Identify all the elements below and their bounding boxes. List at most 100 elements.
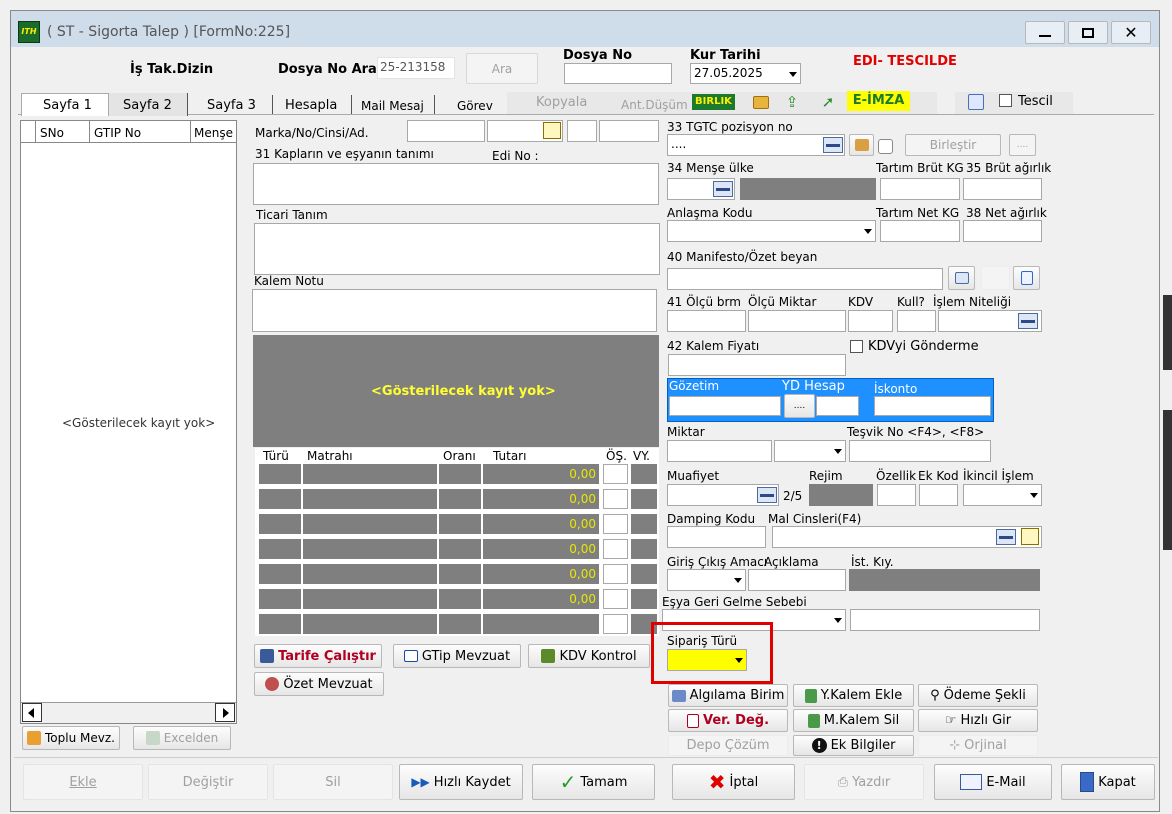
miktar-unit-select[interactable] <box>774 440 846 462</box>
ant-dusum-button[interactable]: Ant.Düşüm <box>621 98 688 112</box>
tarife-calistir-button[interactable]: Tarife Çalıştır <box>254 644 382 668</box>
tamam-button[interactable]: ✓ Tamam <box>532 764 655 800</box>
tartim-brut-input[interactable] <box>880 178 960 200</box>
excelden-button[interactable]: Excelden <box>133 726 231 750</box>
tax-os-checkbox[interactable] <box>603 614 628 634</box>
tab-mail-mesaj[interactable]: Mail Mesaj <box>361 99 424 113</box>
kull-input[interactable] <box>897 310 936 332</box>
lookup-icon[interactable] <box>1018 313 1038 329</box>
tax-os-checkbox[interactable] <box>603 539 628 559</box>
orjinal-button[interactable]: ⊹ Orjinal <box>918 735 1038 756</box>
ticari-tanim-textarea[interactable] <box>254 223 660 275</box>
ozet-mevzuat-button[interactable]: Özet Mevzuat <box>254 672 384 696</box>
tax-os-checkbox[interactable] <box>603 564 628 584</box>
lookup-icon[interactable] <box>757 487 777 503</box>
manifesto-blank-button[interactable] <box>981 266 1010 290</box>
email-button[interactable]: E-Mail <box>934 764 1052 800</box>
hizli-gir-button[interactable]: ☞ Hızlı Gir <box>918 709 1038 732</box>
kalem-notu-textarea[interactable] <box>252 289 657 332</box>
export-folder-icon[interactable]: ➚ <box>820 94 836 110</box>
dosya-no-ara-input[interactable]: 25-213158 <box>377 57 455 79</box>
left-grid-hscrollbar[interactable] <box>21 702 236 723</box>
ekle-button[interactable]: Ekle <box>23 764 143 800</box>
anlasma-select[interactable] <box>667 220 876 242</box>
algilama-birim-button[interactable]: Algılama Birim <box>668 684 788 707</box>
birlestir-checkbox[interactable] <box>878 139 893 154</box>
lookup-icon[interactable] <box>713 181 733 197</box>
aciklama-input[interactable] <box>748 569 846 591</box>
y-kalem-ekle-button[interactable]: Y.Kalem Ekle <box>793 684 914 707</box>
siparis-turu-select[interactable] <box>667 649 747 671</box>
is-tak-dizin-link[interactable]: İş Tak.Dizin <box>130 62 213 77</box>
damping-input[interactable] <box>667 526 766 548</box>
tax-os-checkbox[interactable] <box>603 589 628 609</box>
hizli-kaydet-button[interactable]: ▶▶ Hızlı Kaydet <box>399 764 523 800</box>
marka-input-1[interactable] <box>407 120 485 142</box>
yd-hesap-button[interactable]: .... <box>784 394 815 418</box>
ver-deg-button[interactable]: Ver. Değ. <box>668 709 788 732</box>
search-doc-icon[interactable] <box>968 94 984 110</box>
tax-os-checkbox[interactable] <box>603 464 628 484</box>
kalem-fiyati-input[interactable] <box>668 354 846 376</box>
tax-os-checkbox[interactable] <box>603 514 628 534</box>
dosya-no-input[interactable] <box>564 63 672 84</box>
tgtc-more-button[interactable]: .... <box>1009 134 1036 156</box>
miktar-input[interactable] <box>667 440 772 462</box>
depo-cozum-button[interactable]: Depo Çözüm <box>668 735 788 756</box>
ara-button[interactable]: Ara <box>466 53 538 84</box>
close-window-button[interactable]: ✕ <box>1111 21 1151 44</box>
iptal-button[interactable]: ✖ İptal <box>672 764 795 800</box>
olcu-miktar-input[interactable] <box>748 310 846 332</box>
kaplar-textarea[interactable] <box>253 163 659 205</box>
gtip-mevzuat-button[interactable]: GTip Mevzuat <box>393 644 521 668</box>
birlestir-button[interactable]: Birleştir <box>905 134 1001 156</box>
minimize-button[interactable] <box>1025 21 1065 44</box>
kdvyi-gonderme-checkbox[interactable] <box>850 340 863 353</box>
ozellik-input[interactable] <box>877 484 916 506</box>
tab-sayfa-3[interactable]: Sayfa 3 <box>207 98 256 113</box>
marka-input-4[interactable] <box>599 120 659 142</box>
tescil-checkbox[interactable] <box>999 94 1012 107</box>
folder-open-icon[interactable] <box>753 96 769 109</box>
yazdir-button[interactable]: ⎙ Yazdır <box>804 764 924 800</box>
iskonto-input[interactable] <box>874 396 991 416</box>
edit-note-icon[interactable] <box>1021 528 1039 545</box>
tgtc-input[interactable]: .... <box>667 134 845 156</box>
tab-hesapla[interactable]: Hesapla <box>285 98 337 113</box>
brut-agirlik-input[interactable] <box>963 178 1042 200</box>
lookup-icon[interactable] <box>996 529 1016 545</box>
ek-bilgiler-button[interactable]: ! Ek Bilgiler <box>793 735 914 756</box>
ek-kod-input[interactable] <box>919 484 958 506</box>
kapat-button[interactable]: Kapat <box>1061 764 1155 800</box>
tesvik-input[interactable] <box>849 440 991 462</box>
gozetim-input[interactable] <box>669 396 781 416</box>
scroll-right-button[interactable] <box>215 703 235 722</box>
marka-input-3[interactable] <box>567 120 597 142</box>
yd-hesap-input[interactable] <box>816 396 859 416</box>
e-imza-button[interactable]: E-İMZA <box>847 91 910 111</box>
tartim-net-input[interactable] <box>880 220 960 242</box>
sil-button[interactable]: Sil <box>273 764 393 800</box>
birlik-button[interactable]: BIRLIK <box>692 94 735 110</box>
net-agirlik-input[interactable] <box>963 220 1042 242</box>
upload-folder-icon[interactable]: ⇪ <box>784 94 800 110</box>
lookup-icon[interactable] <box>823 137 843 153</box>
olcu-brm-input[interactable] <box>667 310 746 332</box>
toplu-mevz-button[interactable]: Toplu Mevz. <box>22 726 120 750</box>
scroll-left-button[interactable] <box>22 703 42 722</box>
giris-cikis-select[interactable] <box>667 569 746 591</box>
edit-note-icon[interactable] <box>543 122 561 139</box>
tax-os-checkbox[interactable] <box>603 489 628 509</box>
manifesto-input[interactable] <box>667 268 943 290</box>
odeme-sekli-button[interactable]: ⚲ Ödeme Şekli <box>918 684 1038 707</box>
degistir-button[interactable]: Değiştir <box>148 764 268 800</box>
maximize-button[interactable] <box>1068 21 1108 44</box>
box-icon-button[interactable] <box>849 134 874 156</box>
m-kalem-sil-button[interactable]: M.Kalem Sil <box>793 709 914 732</box>
manifesto-add-button[interactable] <box>1013 266 1040 290</box>
kdv-input[interactable] <box>848 310 893 332</box>
tab-gorev[interactable]: Görev <box>457 99 493 113</box>
kdv-kontrol-button[interactable]: KDV Kontrol <box>528 644 650 668</box>
manifesto-list-button[interactable] <box>948 266 975 290</box>
kur-tarihi-picker[interactable]: 27.05.2025 <box>690 63 801 84</box>
